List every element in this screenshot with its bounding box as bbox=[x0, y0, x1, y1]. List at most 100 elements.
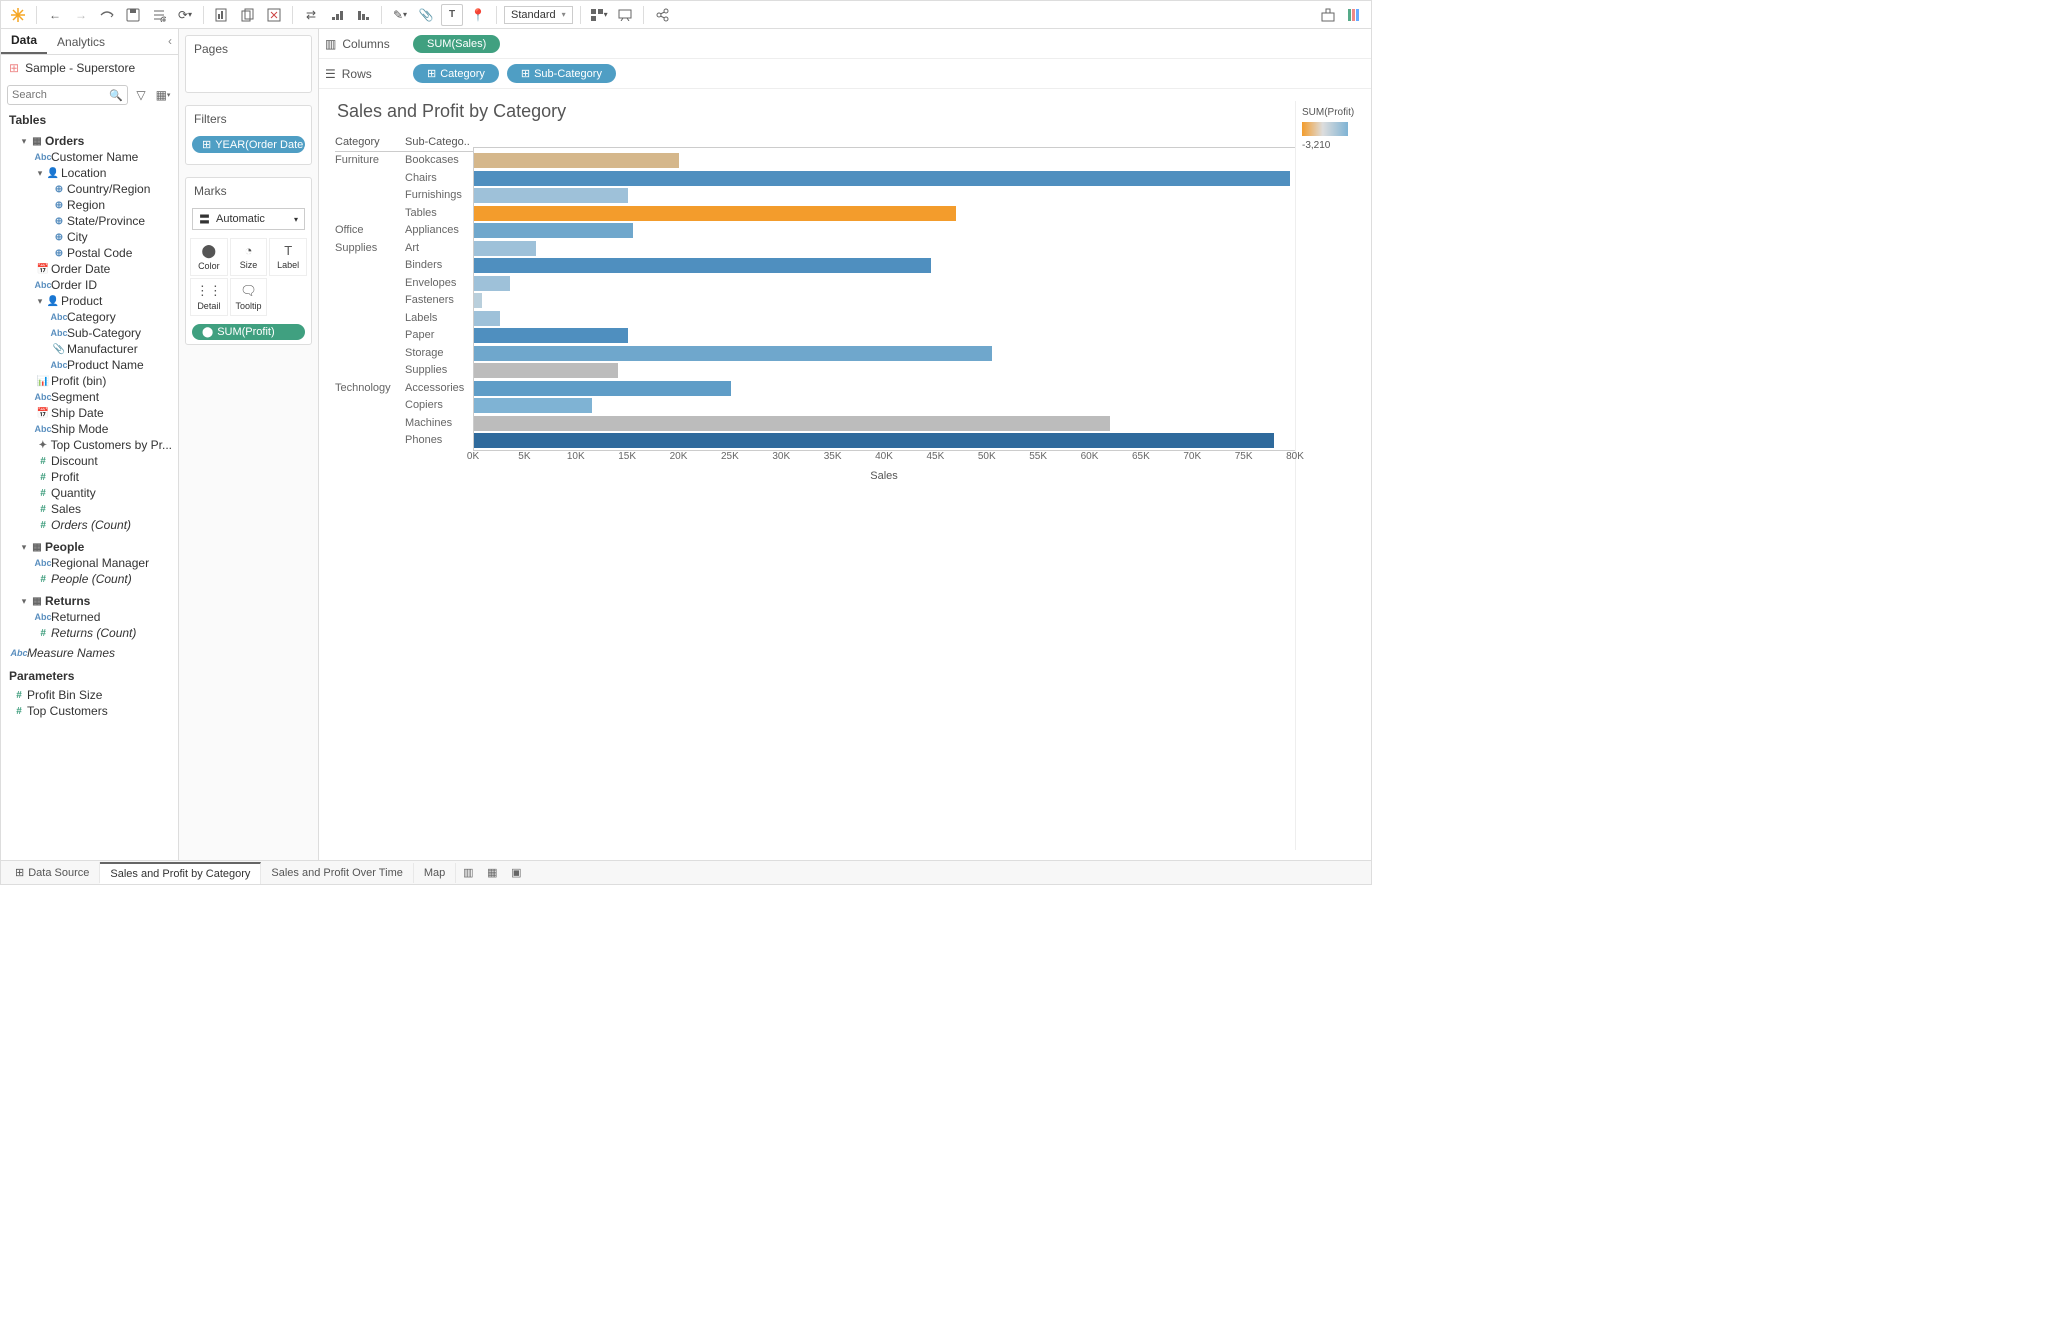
category-label[interactable]: Office Supplies bbox=[335, 222, 405, 240]
pane-toggle-button[interactable] bbox=[1317, 4, 1339, 26]
field-regional-manager[interactable]: AbcRegional Manager bbox=[1, 555, 178, 571]
tab-sheet-2[interactable]: Sales and Profit Over Time bbox=[261, 863, 413, 883]
param-profit-bin-size[interactable]: #Profit Bin Size bbox=[1, 687, 178, 703]
new-worksheet-button[interactable] bbox=[211, 4, 233, 26]
subcategory-label[interactable]: Tables bbox=[405, 205, 473, 223]
color-legend[interactable]: SUM(Profit) -3,210 bbox=[1295, 101, 1355, 850]
subcategory-label[interactable]: Fasteners bbox=[405, 292, 473, 310]
new-data-button[interactable] bbox=[148, 4, 170, 26]
category-label[interactable] bbox=[335, 362, 405, 380]
category-label[interactable] bbox=[335, 275, 405, 293]
subcategory-label[interactable]: Art bbox=[405, 240, 473, 258]
subcategory-label[interactable]: Bookcases bbox=[405, 152, 473, 170]
forward-button[interactable]: → bbox=[70, 4, 92, 26]
fit-dropdown[interactable]: Standard▾ bbox=[504, 6, 573, 24]
share-button[interactable] bbox=[651, 4, 673, 26]
bar[interactable] bbox=[474, 153, 679, 168]
field-subcategory[interactable]: AbcSub-Category bbox=[1, 325, 178, 341]
undo-button[interactable] bbox=[96, 4, 118, 26]
field-orders-count[interactable]: #Orders (Count) bbox=[1, 517, 178, 533]
field-category[interactable]: AbcCategory bbox=[1, 309, 178, 325]
category-header[interactable]: Category bbox=[335, 136, 405, 152]
field-customer-name[interactable]: AbcCustomer Name bbox=[1, 149, 178, 165]
bar[interactable] bbox=[474, 206, 956, 221]
marks-detail[interactable]: ⋮⋮Detail bbox=[190, 278, 228, 316]
bar[interactable] bbox=[474, 171, 1290, 186]
bar[interactable] bbox=[474, 276, 510, 291]
mark-pill-profit[interactable]: ⬤SUM(Profit) bbox=[192, 324, 305, 340]
sort-asc-button[interactable] bbox=[326, 4, 348, 26]
bar[interactable] bbox=[474, 223, 633, 238]
swap-button[interactable]: ⇄ bbox=[300, 4, 322, 26]
datasource-row[interactable]: ⊞ Sample - Superstore bbox=[1, 55, 178, 81]
showme-panel-icon[interactable] bbox=[1343, 4, 1365, 26]
new-story-icon[interactable]: ▣ bbox=[504, 866, 528, 879]
subcategory-label[interactable]: Copiers bbox=[405, 397, 473, 415]
presentation-button[interactable] bbox=[614, 4, 636, 26]
field-segment[interactable]: AbcSegment bbox=[1, 389, 178, 405]
tab-sheet-3[interactable]: Map bbox=[414, 863, 456, 883]
subcategory-label[interactable]: Accessories bbox=[405, 380, 473, 398]
bar[interactable] bbox=[474, 363, 618, 378]
bar[interactable] bbox=[474, 241, 536, 256]
subcategory-label[interactable]: Storage bbox=[405, 345, 473, 363]
bar[interactable] bbox=[474, 346, 992, 361]
subcategory-label[interactable]: Machines bbox=[405, 415, 473, 433]
data-tab[interactable]: Data bbox=[1, 29, 47, 54]
table-orders[interactable]: ▾▦Orders bbox=[1, 133, 178, 149]
category-label[interactable] bbox=[335, 397, 405, 415]
field-region[interactable]: ⊕Region bbox=[1, 197, 178, 213]
text-button[interactable]: T bbox=[441, 4, 463, 26]
category-label[interactable] bbox=[335, 205, 405, 223]
bar[interactable] bbox=[474, 258, 931, 273]
pin-button[interactable]: 📍 bbox=[467, 4, 489, 26]
bar[interactable] bbox=[474, 381, 731, 396]
columns-pill-sales[interactable]: SUM(Sales) bbox=[413, 35, 500, 53]
search-input[interactable]: 🔍 bbox=[7, 85, 128, 105]
field-city[interactable]: ⊕City bbox=[1, 229, 178, 245]
category-label[interactable]: Furniture bbox=[335, 152, 405, 170]
category-label[interactable] bbox=[335, 170, 405, 188]
subcategory-label[interactable]: Binders bbox=[405, 257, 473, 275]
subcategory-label[interactable]: Phones bbox=[405, 432, 473, 450]
filter-icon[interactable]: ▽ bbox=[132, 86, 150, 104]
refresh-dropdown[interactable]: ⟳▾ bbox=[174, 4, 196, 26]
filter-pill-year[interactable]: ⊞YEAR(Order Date.. bbox=[192, 136, 305, 153]
field-returned[interactable]: AbcReturned bbox=[1, 609, 178, 625]
new-worksheet-icon[interactable]: ▥ bbox=[456, 866, 480, 879]
subcategory-label[interactable]: Supplies bbox=[405, 362, 473, 380]
filters-shelf[interactable]: Filters ⊞YEAR(Order Date.. bbox=[185, 105, 312, 165]
marks-color[interactable]: ⬤Color bbox=[190, 238, 228, 276]
tab-data-source[interactable]: ⊞Data Source bbox=[5, 862, 100, 883]
subcategory-label[interactable]: Appliances bbox=[405, 222, 473, 240]
field-order-id[interactable]: AbcOrder ID bbox=[1, 277, 178, 293]
field-ship-date[interactable]: 📅Ship Date bbox=[1, 405, 178, 421]
bar[interactable] bbox=[474, 416, 1110, 431]
field-ship-mode[interactable]: AbcShip Mode bbox=[1, 421, 178, 437]
columns-shelf[interactable]: ▥Columns SUM(Sales) bbox=[319, 29, 1371, 59]
duplicate-button[interactable] bbox=[237, 4, 259, 26]
table-returns[interactable]: ▾▦Returns bbox=[1, 593, 178, 609]
pages-shelf[interactable]: Pages bbox=[185, 35, 312, 93]
field-profit[interactable]: #Profit bbox=[1, 469, 178, 485]
marks-size[interactable]: ◔Size bbox=[230, 238, 268, 276]
marks-type-dropdown[interactable]: 〓Automatic▾ bbox=[192, 208, 305, 230]
show-me-button[interactable]: ▾ bbox=[588, 4, 610, 26]
marks-tooltip[interactable]: 🗨Tooltip bbox=[230, 278, 268, 316]
rows-pill-category[interactable]: ⊞Category bbox=[413, 64, 499, 83]
field-top-customers[interactable]: ✦Top Customers by Pr... bbox=[1, 437, 178, 453]
subcategory-label[interactable]: Chairs bbox=[405, 170, 473, 188]
marks-label[interactable]: TLabel bbox=[269, 238, 307, 276]
attach-button[interactable]: 📎 bbox=[415, 4, 437, 26]
collapse-panel-icon[interactable]: ‹ bbox=[168, 34, 172, 48]
save-button[interactable] bbox=[122, 4, 144, 26]
category-label[interactable] bbox=[335, 187, 405, 205]
category-label[interactable] bbox=[335, 292, 405, 310]
bar[interactable] bbox=[474, 328, 628, 343]
field-product-name[interactable]: AbcProduct Name bbox=[1, 357, 178, 373]
field-sales[interactable]: #Sales bbox=[1, 501, 178, 517]
rows-shelf[interactable]: ☰Rows ⊞Category ⊞Sub-Category bbox=[319, 59, 1371, 89]
category-label[interactable] bbox=[335, 432, 405, 450]
category-label[interactable]: Technology bbox=[335, 380, 405, 398]
chart-title[interactable]: Sales and Profit by Category bbox=[337, 101, 1295, 122]
